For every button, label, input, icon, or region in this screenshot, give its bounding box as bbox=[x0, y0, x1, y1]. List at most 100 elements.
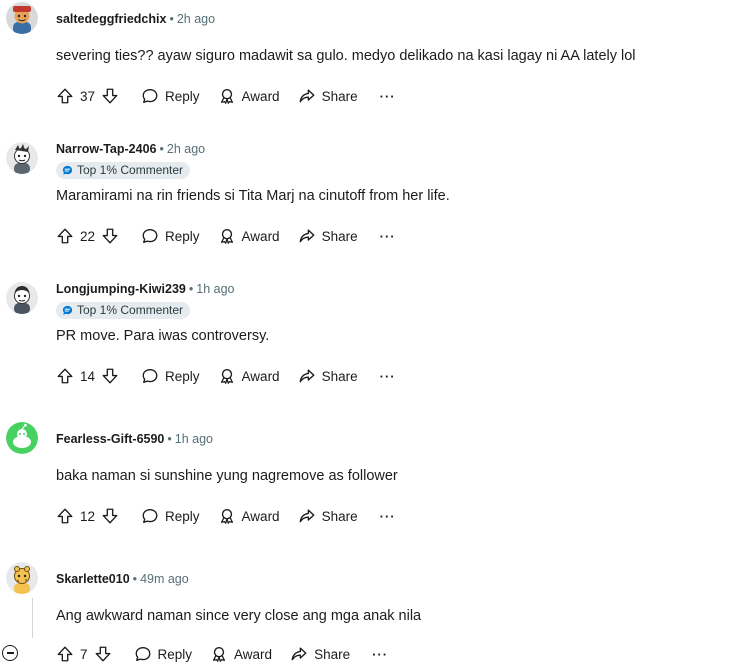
comment-body: PR move. Para iwas controversy. bbox=[56, 328, 270, 344]
avatar[interactable] bbox=[6, 2, 38, 34]
award-icon bbox=[220, 369, 233, 384]
avatar[interactable] bbox=[6, 422, 38, 454]
upvote-button[interactable] bbox=[56, 367, 74, 385]
commenter-badge: Top 1% Commenter bbox=[56, 162, 191, 179]
collapse-icon bbox=[6, 652, 14, 654]
award-button[interactable]: Award bbox=[218, 367, 280, 385]
more-options-button[interactable]: ··· bbox=[372, 647, 388, 662]
share-icon bbox=[291, 647, 307, 661]
share-button[interactable]: Share bbox=[298, 507, 358, 525]
reply-label: Reply bbox=[165, 228, 200, 244]
reply-button[interactable]: Reply bbox=[141, 367, 200, 385]
action-bar: 22 Reply Award Share ··· bbox=[56, 224, 396, 248]
avatar[interactable] bbox=[6, 562, 38, 594]
reply-button[interactable]: Reply bbox=[141, 507, 200, 525]
comment-body: Maramirami na rin friends si Tita Marj n… bbox=[56, 188, 450, 204]
avatar-icon bbox=[6, 2, 38, 34]
award-label: Award bbox=[241, 508, 280, 524]
action-bar: 14 Reply Award Share ··· bbox=[56, 364, 396, 388]
more-options-button[interactable]: ··· bbox=[380, 229, 396, 244]
upvote-icon bbox=[57, 88, 73, 104]
separator-dot: • bbox=[159, 142, 164, 156]
separator-dot: • bbox=[167, 432, 172, 446]
avatar[interactable] bbox=[6, 142, 38, 174]
award-button[interactable]: Award bbox=[210, 645, 272, 663]
commenter-badge-icon bbox=[62, 165, 73, 175]
more-options-button[interactable]: ··· bbox=[380, 89, 396, 104]
more-options-button[interactable]: ··· bbox=[380, 369, 396, 384]
more-options-button[interactable]: ··· bbox=[380, 509, 396, 524]
award-button[interactable]: Award bbox=[218, 227, 280, 245]
share-label: Share bbox=[321, 228, 358, 244]
reply-button[interactable]: Reply bbox=[141, 87, 200, 105]
reply-label: Reply bbox=[157, 646, 193, 662]
share-button[interactable]: Share bbox=[298, 87, 358, 105]
share-label: Share bbox=[321, 368, 358, 384]
author-name[interactable]: Longjumping-Kiwi239 bbox=[56, 282, 186, 296]
author-name[interactable]: saltedeggfriedchix bbox=[56, 12, 166, 26]
timestamp[interactable]: 1h ago bbox=[196, 282, 234, 296]
comment-meta: Skarlette010 • 49m ago bbox=[56, 570, 189, 588]
award-icon bbox=[213, 647, 226, 662]
downvote-button[interactable] bbox=[94, 645, 112, 663]
avatar-icon bbox=[6, 562, 38, 594]
award-icon bbox=[220, 229, 233, 244]
reply-icon bbox=[142, 509, 158, 523]
reply-button[interactable]: Reply bbox=[134, 645, 193, 663]
award-button[interactable]: Award bbox=[218, 87, 280, 105]
reply-icon bbox=[135, 647, 150, 661]
upvote-button[interactable] bbox=[56, 87, 74, 105]
downvote-button[interactable] bbox=[101, 227, 119, 245]
downvote-button[interactable] bbox=[101, 507, 119, 525]
share-button[interactable]: Share bbox=[290, 645, 350, 663]
commenter-badge: Top 1% Commenter bbox=[56, 302, 191, 319]
downvote-button[interactable] bbox=[101, 367, 119, 385]
collapse-thread-button[interactable] bbox=[2, 645, 18, 661]
comment-meta: Fearless-Gift-6590 • 1h ago bbox=[56, 430, 213, 448]
reply-button[interactable]: Reply bbox=[141, 227, 200, 245]
comment-body: Ang awkward naman since very close ang m… bbox=[56, 608, 422, 624]
avatar[interactable] bbox=[6, 282, 38, 314]
badge-label: Top 1% Commenter bbox=[77, 303, 184, 317]
avatar-icon bbox=[6, 422, 38, 454]
author-name[interactable]: Narrow-Tap-2406 bbox=[56, 142, 157, 156]
award-button[interactable]: Award bbox=[218, 507, 280, 525]
action-bar: 12 Reply Award Share ··· bbox=[56, 504, 396, 528]
share-button[interactable]: Share bbox=[298, 367, 358, 385]
downvote-icon bbox=[102, 228, 118, 244]
timestamp[interactable]: 1h ago bbox=[175, 432, 213, 446]
downvote-icon bbox=[102, 368, 118, 384]
upvote-icon bbox=[57, 368, 73, 384]
timestamp[interactable]: 2h ago bbox=[177, 12, 215, 26]
share-icon bbox=[299, 229, 315, 243]
upvote-button[interactable] bbox=[56, 507, 74, 525]
author-name[interactable]: Skarlette010 bbox=[56, 572, 130, 586]
share-label: Share bbox=[321, 88, 358, 104]
action-bar: 37 Reply Award Share ··· bbox=[56, 84, 396, 108]
vote-count: 37 bbox=[80, 88, 96, 104]
timestamp[interactable]: 49m ago bbox=[140, 572, 189, 586]
reply-label: Reply bbox=[165, 508, 200, 524]
avatar-icon bbox=[6, 142, 38, 174]
vote-count: 22 bbox=[80, 228, 96, 244]
vote-count: 7 bbox=[80, 646, 88, 662]
thread-line[interactable] bbox=[32, 598, 33, 638]
share-icon bbox=[299, 509, 315, 523]
comment-meta: Longjumping-Kiwi239 • 1h ago bbox=[56, 280, 234, 298]
author-name[interactable]: Fearless-Gift-6590 bbox=[56, 432, 164, 446]
badge-label: Top 1% Commenter bbox=[77, 163, 184, 177]
share-button[interactable]: Share bbox=[298, 227, 358, 245]
downvote-icon bbox=[102, 88, 118, 104]
downvote-button[interactable] bbox=[101, 87, 119, 105]
share-icon bbox=[299, 89, 315, 103]
separator-dot: • bbox=[188, 282, 194, 296]
vote-count: 12 bbox=[80, 508, 96, 524]
commenter-badge-icon bbox=[62, 305, 73, 315]
reply-label: Reply bbox=[165, 368, 200, 384]
upvote-button[interactable] bbox=[56, 645, 74, 663]
comment-body: baka naman si sunshine yung nagremove as… bbox=[56, 468, 398, 484]
reply-label: Reply bbox=[165, 88, 200, 104]
timestamp[interactable]: 2h ago bbox=[167, 142, 205, 156]
award-icon bbox=[220, 89, 233, 104]
upvote-button[interactable] bbox=[56, 227, 74, 245]
